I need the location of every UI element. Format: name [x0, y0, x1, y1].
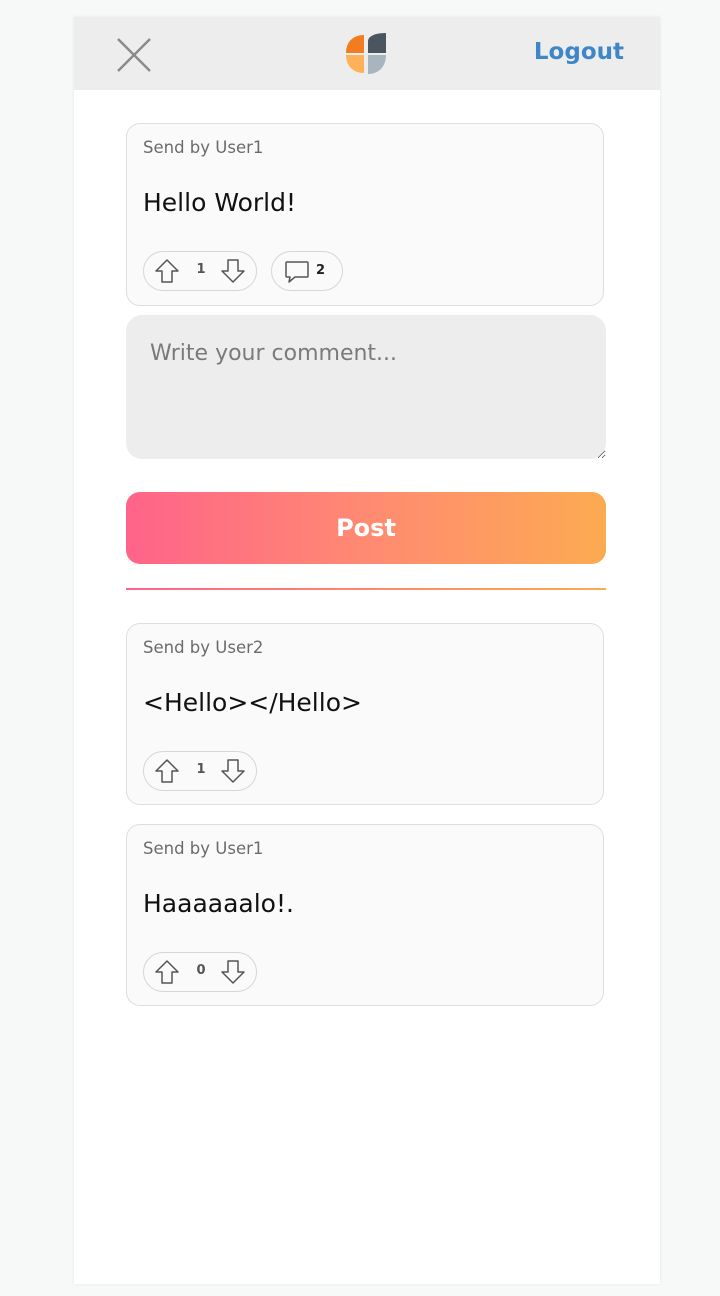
arrow-down-icon	[221, 259, 245, 283]
vote-count: 1	[196, 762, 206, 777]
vote-control: 0	[143, 952, 257, 992]
upvote-button[interactable]	[154, 758, 180, 784]
comment-count: 2	[316, 263, 326, 278]
divider	[126, 588, 606, 590]
comment-input[interactable]	[126, 315, 606, 459]
post-card: Send by User1 Hello World! 1 2	[126, 123, 604, 306]
comments-button[interactable]: 2	[271, 251, 343, 291]
comment-message: <Hello></Hello>	[143, 688, 362, 717]
downvote-button[interactable]	[220, 959, 246, 985]
downvote-button[interactable]	[220, 758, 246, 784]
comment-card: Send by User2 <Hello></Hello> 1	[126, 623, 604, 805]
vote-control: 1	[143, 251, 257, 291]
comment-author: Send by User2	[143, 638, 264, 657]
top-bar: Logout	[74, 17, 660, 90]
close-icon	[117, 38, 151, 72]
vote-count: 1	[196, 262, 206, 277]
comment-author: Send by User1	[143, 839, 264, 858]
comment-message: Haaaaaalo!.	[143, 889, 294, 918]
vote-control: 1	[143, 751, 257, 791]
arrow-up-icon	[155, 259, 179, 283]
app-window: Logout Send by User1 Hello World! 1 2 Wr…	[74, 17, 660, 1284]
downvote-button[interactable]	[220, 258, 246, 284]
post-author: Send by User1	[143, 138, 264, 157]
comment-card: Send by User1 Haaaaaalo!. 0	[126, 824, 604, 1006]
app-logo	[344, 31, 390, 77]
arrow-up-icon	[155, 759, 179, 783]
arrow-up-icon	[155, 960, 179, 984]
vote-count: 0	[196, 963, 206, 978]
logout-button[interactable]: Logout	[534, 39, 624, 65]
upvote-button[interactable]	[154, 959, 180, 985]
post-button[interactable]: Post	[126, 492, 606, 564]
post-message: Hello World!	[143, 188, 296, 217]
arrow-down-icon	[221, 759, 245, 783]
upvote-button[interactable]	[154, 258, 180, 284]
close-button[interactable]	[114, 35, 154, 75]
comment-bubble-icon	[285, 261, 309, 283]
arrow-down-icon	[221, 960, 245, 984]
